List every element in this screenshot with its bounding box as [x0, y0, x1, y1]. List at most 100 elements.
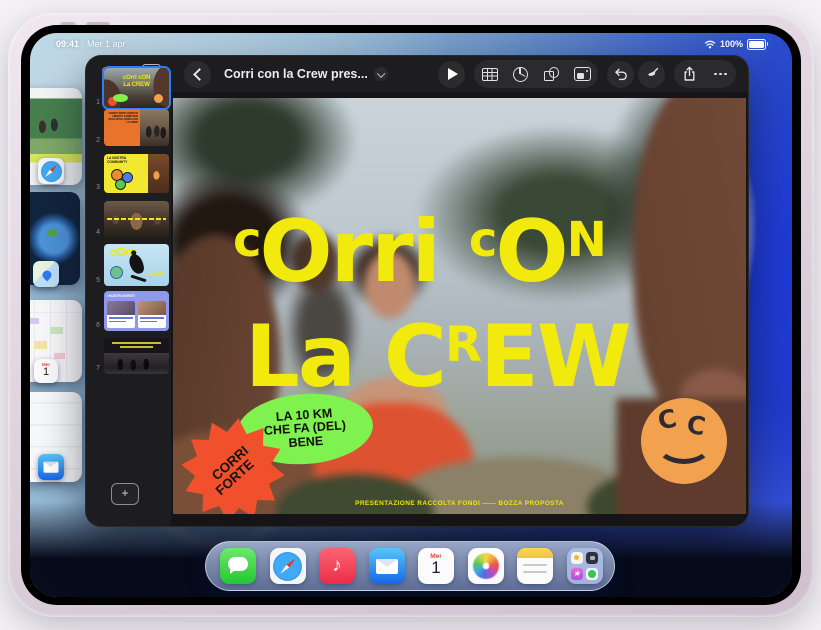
dock-calendar-icon[interactable]: Mer 1	[418, 548, 454, 584]
thumb3-title: LA NOSTRA COMMUNITY	[107, 157, 137, 164]
calendar-app-icon[interactable]: Mer 1	[34, 359, 58, 383]
slide-thumbnail-1[interactable]: cOrri cON La CREW	[104, 68, 169, 108]
slide-number: 6	[86, 322, 100, 329]
slide-navigator: 1 cOrri cON La CREW 2 CORRI FORTE CORRI …	[86, 56, 171, 526]
safari-app-icon[interactable]	[38, 158, 64, 184]
smiley-mouth	[656, 426, 712, 464]
calendar-day: 1	[418, 560, 454, 576]
media-button[interactable]	[567, 60, 598, 88]
insert-toolbar-group	[474, 60, 598, 88]
app-library-mini-icon	[586, 568, 598, 580]
thumb3-photo	[148, 154, 169, 193]
undo-icon	[613, 66, 629, 82]
thumb1-green-badge	[113, 94, 128, 102]
mail-app-icon[interactable]	[38, 454, 64, 480]
slide-number: 2	[86, 137, 100, 144]
title-menu-chevron-down-icon[interactable]	[374, 67, 388, 81]
slide-number: 4	[86, 229, 100, 236]
thumb7-text-line	[112, 342, 161, 344]
document-title[interactable]: Corri con la Crew pres...	[224, 67, 368, 81]
maps-app-icon[interactable]	[33, 261, 59, 287]
format-button[interactable]	[638, 61, 665, 88]
battery-percent: 100%	[720, 39, 743, 49]
dock-music-icon[interactable]: ♪	[319, 548, 355, 584]
undo-button[interactable]	[607, 61, 634, 88]
slide-thumbnail-4[interactable]	[104, 201, 169, 238]
slide-thumbnail-5[interactable]: cOrri 10 KM	[104, 244, 169, 286]
slide-title-line1: cOrri cON	[233, 194, 630, 299]
ipad-device-frame: 09:41 Mer 1 apr 100% Mer 1	[8, 13, 814, 617]
status-time: 09:41	[56, 39, 79, 49]
slide-thumbnail-2[interactable]: CORRI FORTE CORRI IN LIBERTÀ CORRI PER Q…	[104, 109, 169, 146]
envelope-icon	[376, 559, 398, 574]
slide-number: 7	[86, 365, 100, 372]
status-bar: 09:41 Mer 1 apr 100%	[56, 37, 766, 51]
slide-thumbnail-7[interactable]	[104, 338, 169, 374]
more-icon	[714, 73, 727, 76]
thumb6-title: I NOSTRI EVENTI	[107, 294, 169, 298]
thumb7-text-line	[120, 346, 154, 348]
thumb1-title-line2: La CREW	[104, 82, 169, 89]
slide-number: 1	[86, 99, 100, 106]
thumb2-photo	[140, 109, 169, 146]
photos-flower-icon	[473, 553, 499, 579]
chat-bubble-icon	[228, 557, 248, 571]
more-button[interactable]	[705, 60, 736, 88]
dock-notes-icon[interactable]	[517, 548, 553, 584]
safari-compass-icon	[273, 552, 302, 581]
window-titlebar: Corri con la Crew pres...	[171, 56, 748, 92]
display: 09:41 Mer 1 apr 100% Mer 1	[30, 33, 792, 597]
thumb6-card	[138, 301, 166, 328]
thumb6-card	[107, 301, 135, 328]
keynote-window: 1 cOrri cON La CREW 2 CORRI FORTE CORRI …	[85, 55, 749, 527]
shapes-button[interactable]	[536, 60, 567, 88]
green-badge-line: BENE	[288, 435, 324, 451]
slide-number: 3	[86, 184, 100, 191]
dock-messages-icon[interactable]	[220, 548, 256, 584]
app-library-mini-icon	[586, 552, 598, 564]
status-date: Mer 1 apr	[87, 39, 126, 49]
media-icon	[574, 67, 591, 81]
play-icon	[448, 68, 458, 80]
dock-safari-icon[interactable]	[270, 548, 306, 584]
slide-title-line2: La CREW	[233, 299, 630, 404]
maps-pin-icon	[41, 269, 54, 282]
calendar-day: 1	[34, 367, 58, 377]
current-slide[interactable]: cOrri cON La CREW LA 10 KM CHE FA (DEL) …	[173, 98, 746, 514]
thumb1-smiley	[154, 94, 163, 103]
format-brush-icon	[644, 66, 660, 82]
slide-title[interactable]: cOrri cON La CREW	[233, 194, 630, 404]
chart-button[interactable]	[505, 60, 536, 88]
envelope-icon	[44, 462, 59, 473]
dock-mail-icon[interactable]	[369, 548, 405, 584]
screen-border: 09:41 Mer 1 apr 100% Mer 1	[21, 25, 801, 605]
chart-icon	[513, 67, 528, 82]
thumb7-photo	[104, 353, 169, 374]
wifi-icon	[704, 39, 716, 49]
thumb5-badge	[110, 266, 123, 279]
thumb2-text: CORRI FORTE CORRI IN LIBERTÀ CORRI PER Q…	[104, 109, 140, 146]
thumb5-km: 10 KM	[148, 271, 164, 277]
slide-caption[interactable]: PRESENTAZIONE RACCOLTA FONDI —— BOZZA PR…	[173, 500, 746, 507]
table-icon	[482, 68, 498, 81]
slide-canvas: cOrri cON La CREW LA 10 KM CHE FA (DEL) …	[171, 92, 748, 526]
dock-app-library-icon[interactable]: ★	[567, 548, 603, 584]
share-icon	[682, 66, 697, 82]
app-library-mini-icon: ★	[571, 568, 583, 580]
share-toolbar-group	[674, 60, 736, 88]
safari-compass-icon	[41, 161, 62, 182]
share-button[interactable]	[674, 60, 705, 88]
table-button[interactable]	[474, 60, 505, 88]
chevron-left-icon	[193, 68, 206, 81]
dock-photos-icon[interactable]	[468, 548, 504, 584]
slide-thumbnail-6[interactable]: I NOSTRI EVENTI	[104, 291, 169, 331]
back-button[interactable]	[184, 61, 211, 88]
slide-thumbnail-3[interactable]: LA NOSTRA COMMUNITY	[104, 154, 169, 193]
music-note-icon: ♪	[332, 555, 342, 576]
slide-number: 5	[86, 277, 100, 284]
smiley-logo[interactable]: C C	[641, 398, 727, 484]
thumb3-circle	[115, 179, 126, 190]
play-button[interactable]	[438, 61, 465, 88]
add-slide-button[interactable]: +	[111, 483, 139, 505]
shapes-icon	[544, 67, 559, 81]
